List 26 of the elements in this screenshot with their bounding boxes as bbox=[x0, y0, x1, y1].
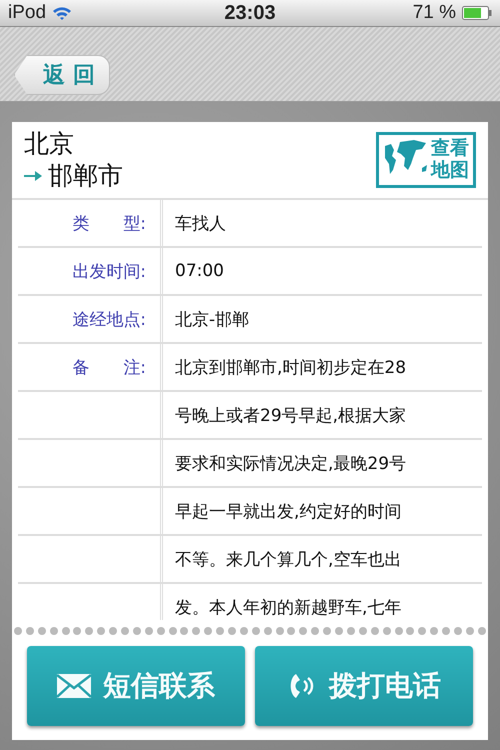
destination-city: 邯郸市 bbox=[48, 160, 123, 192]
battery-icon bbox=[462, 6, 492, 20]
field-value: 号晚上或者29号早起,根据大家 bbox=[174, 404, 408, 428]
field-value: 发。本人年初的新越野车,七年 bbox=[174, 596, 402, 620]
back-button[interactable]: 返 回 bbox=[14, 55, 110, 95]
field-label: 类 型: bbox=[18, 200, 163, 246]
field-value: 07:00 bbox=[174, 260, 225, 283]
origin-city: 北京 bbox=[24, 128, 75, 160]
battery-percent: 71 % bbox=[412, 2, 456, 24]
field-label: 备 注: bbox=[18, 344, 163, 390]
carrier-name: iPod bbox=[8, 2, 46, 24]
call-button[interactable]: 拨打电话 bbox=[255, 646, 473, 726]
clock: 23:03 bbox=[224, 2, 276, 24]
field-value: 早起一早就出发,约定好的时间 bbox=[174, 500, 402, 524]
field-label: 途经地点: bbox=[18, 296, 163, 342]
field-value: 北京-邯郸 bbox=[174, 308, 250, 332]
sms-button[interactable]: 短信联系 bbox=[27, 646, 245, 726]
field-value: 要求和实际情况决定,最晚29号 bbox=[174, 452, 408, 476]
field-value: 车找人 bbox=[174, 212, 227, 236]
field-label: 出发时间: bbox=[18, 248, 163, 294]
arrow-icon bbox=[24, 171, 42, 181]
field-value: 不等。来几个算几个,空车也出 bbox=[174, 548, 402, 572]
envelope-icon bbox=[57, 674, 91, 698]
field-value: 北京到邯郸市,时间初步定在28 bbox=[174, 356, 408, 380]
wifi-icon bbox=[52, 6, 72, 20]
map-button[interactable]: 查看地图 bbox=[376, 132, 476, 188]
